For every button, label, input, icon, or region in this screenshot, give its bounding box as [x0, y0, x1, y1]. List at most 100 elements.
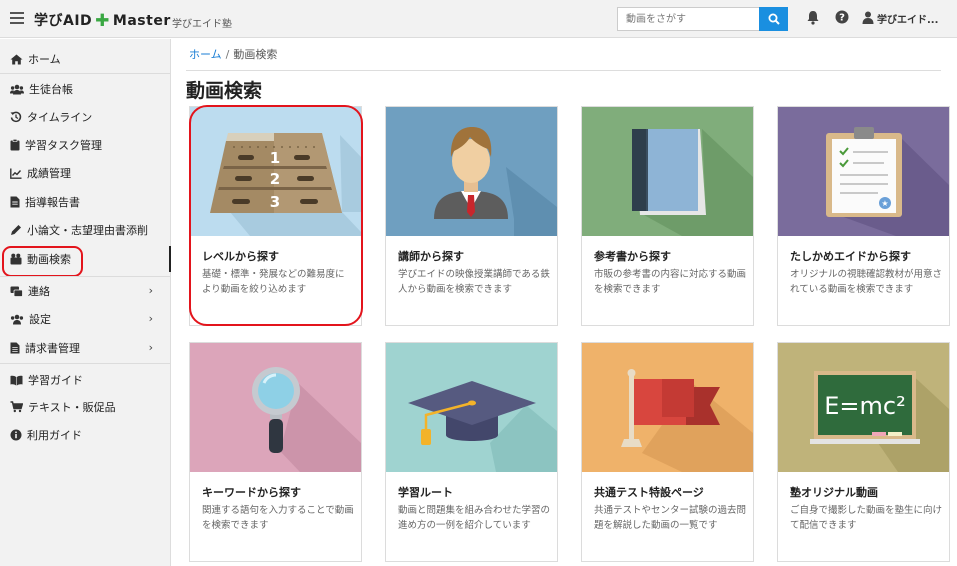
sidebar-item-label: 学習ガイド [28, 374, 83, 387]
message-icon [10, 286, 23, 297]
book-icon [10, 375, 23, 385]
card-description: オリジナルの視聴確認教材が用意されている動画を検索できます [790, 269, 943, 295]
plus-cross-icon: ✚ [95, 11, 110, 31]
user-name[interactable]: 学びエイド... [877, 11, 938, 26]
settings-users-icon [10, 314, 24, 324]
file-icon [10, 196, 20, 208]
search-card-tashikame[interactable]: ★ たしかめエイドから探す オリジナルの視聴確認教材が用意されている動画を検索で… [777, 106, 950, 326]
sidebar-item-label: 学習タスク管理 [25, 139, 102, 152]
search-button[interactable] [759, 7, 788, 31]
search-card-original-video[interactable]: E=mc² 塾オリジナル動画 ご自身で撮影した動画を塾生に向けて配信できます [777, 342, 950, 562]
search-card-teacher[interactable]: 講師から探す 学びエイドの映像授業講師である鉄人から動画を検索できます [385, 106, 558, 326]
sidebar-item-home[interactable]: ホーム [0, 46, 170, 72]
sidebar-item-settings[interactable]: 設定 › [0, 306, 170, 332]
card-title: キーワードから探す [202, 486, 301, 499]
sidebar-item-label: タイムライン [27, 111, 93, 124]
home-icon [10, 54, 23, 64]
hamburger-menu-icon[interactable] [10, 12, 24, 24]
clipboard-icon [10, 139, 20, 151]
video-search-input[interactable] [617, 7, 759, 31]
brand-main: 学びAID [34, 13, 93, 29]
sidebar-item-label: 成績管理 [27, 167, 71, 180]
history-icon [10, 111, 22, 123]
highlight-box-sidebar [2, 246, 83, 277]
sidebar-divider [0, 276, 170, 277]
card-description: 市販の参考書の内容に対応する動画を検索できます [594, 269, 747, 295]
highlight-box-level-card [189, 105, 363, 326]
invoice-icon [10, 342, 20, 354]
sidebar-divider [0, 73, 170, 74]
sidebar-item-label: 生徒台帳 [29, 83, 73, 96]
users-icon [10, 84, 24, 94]
brand-logo[interactable]: 学びAID ✚ Master [34, 10, 171, 31]
board-formula: E=mc² [824, 392, 905, 420]
card-description: ご自身で撮影した動画を塾生に向けて配信できます [790, 505, 943, 531]
graduation-cap-icon [386, 343, 557, 472]
chevron-right-icon: › [148, 284, 153, 297]
sidebar-item-label: ホーム [28, 53, 61, 66]
info-icon [10, 429, 22, 441]
breadcrumb-separator: / [225, 48, 230, 61]
blackboard-icon: E=mc² [778, 343, 949, 472]
card-description: 動画と問題集を組み合わせた学習の進め方の一例を紹介しています [398, 505, 551, 531]
card-description: 共通テストやセンター試験の過去問題を解説した動画の一覧です [594, 505, 747, 531]
card-image [582, 343, 753, 472]
sidebar-item-contact[interactable]: 連絡 › [0, 278, 170, 304]
sidebar-item-label: 連絡 [28, 285, 50, 298]
sidebar-item-label: 指導報告書 [25, 196, 80, 209]
card-title: 共通テスト特設ページ [594, 486, 704, 499]
card-description: 学びエイドの映像授業講師である鉄人から動画を検索できます [398, 269, 550, 295]
card-title: 参考書から探す [594, 250, 671, 263]
sidebar-item-guidance-report[interactable]: 指導報告書 [0, 189, 170, 215]
user-icon[interactable] [862, 11, 874, 24]
svg-text:?: ? [839, 13, 845, 24]
sidebar-item-student-register[interactable]: 生徒台帳 [0, 76, 170, 102]
sidebar-item-label: 小論文・志望理由書添削 [27, 224, 148, 237]
sidebar-item-label: 利用ガイド [27, 429, 82, 442]
page-title: 動画検索 [186, 80, 263, 102]
active-indicator [169, 246, 171, 272]
card-image [386, 107, 557, 236]
sidebar-item-timeline[interactable]: タイムライン [0, 104, 170, 130]
teacher-icon [386, 107, 557, 236]
top-header: 学びAID✚Master 学びエイド塾 ? 学びエイド... [0, 0, 957, 38]
search-icon [768, 13, 780, 25]
search-card-learning-route[interactable]: 学習ルート 動画と問題集を組み合わせた学習の進め方の一例を紹介しています [385, 342, 558, 562]
card-description: 関連する語句を入力することで動画を検索できます [202, 505, 354, 531]
search-card-keyword[interactable]: キーワードから探す 関連する語句を入力することで動画を検索できます [189, 342, 362, 562]
sidebar-item-grades[interactable]: 成績管理 [0, 160, 170, 186]
card-title: 講師から探す [398, 250, 464, 263]
checklist-clipboard-icon: ★ [778, 107, 949, 236]
breadcrumb-home-link[interactable]: ホーム [189, 48, 222, 61]
sidebar-item-texts-promo[interactable]: テキスト・販促品 [0, 394, 170, 420]
magnifier-icon [190, 343, 361, 472]
breadcrumb-divider [186, 70, 941, 71]
brand-tail: Master [112, 13, 171, 29]
card-image [190, 343, 361, 472]
card-image [386, 343, 557, 472]
breadcrumb: ホーム / 動画検索 [189, 46, 277, 62]
sidebar-divider [0, 363, 170, 364]
svg-text:★: ★ [881, 199, 888, 208]
card-title: たしかめエイドから探す [790, 250, 911, 263]
search-card-common-test[interactable]: 共通テスト特設ページ 共通テストやセンター試験の過去問題を解説した動画の一覧です [581, 342, 754, 562]
flag-icon [582, 343, 753, 472]
pen-icon [11, 225, 21, 235]
breadcrumb-current: 動画検索 [233, 48, 278, 61]
sidebar-item-usage-guide[interactable]: 利用ガイド [0, 422, 170, 448]
sidebar-item-label: テキスト・販促品 [28, 401, 116, 414]
sidebar-item-study-guide[interactable]: 学習ガイド [0, 367, 170, 393]
cart-icon [10, 401, 23, 413]
sidebar-item-study-tasks[interactable]: 学習タスク管理 [0, 132, 170, 158]
search-card-reference-book[interactable]: 参考書から探す 市販の参考書の内容に対応する動画を検索できます [581, 106, 754, 326]
sidebar-item-label: 設定 [29, 313, 51, 326]
card-image: E=mc² [778, 343, 949, 472]
sidebar-item-invoices[interactable]: 請求書管理 › [0, 335, 170, 361]
card-image: ★ [778, 107, 949, 236]
help-icon[interactable]: ? [835, 10, 849, 24]
book-cover-icon [582, 107, 753, 236]
sidebar-item-essay-correction[interactable]: 小論文・志望理由書添削 [0, 217, 170, 243]
chevron-right-icon: › [148, 341, 153, 354]
chevron-right-icon: › [148, 312, 153, 325]
bell-icon[interactable] [806, 10, 820, 25]
